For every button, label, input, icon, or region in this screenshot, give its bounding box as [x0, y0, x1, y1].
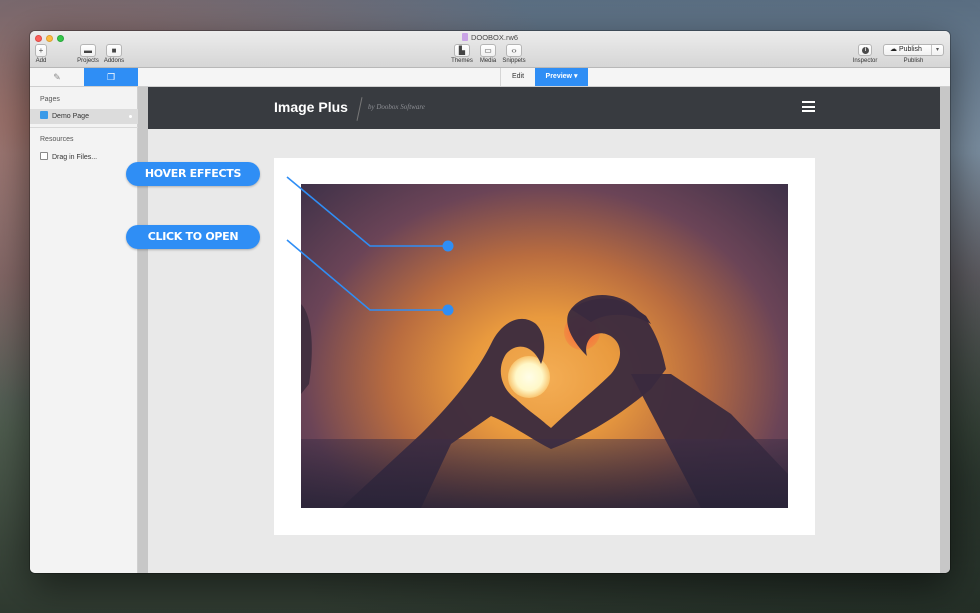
hamburger-menu-icon[interactable]	[802, 101, 815, 112]
app-window: DOOBOX.rw6 + Add ▬ Projects ■ Addons ▙ T…	[30, 31, 950, 573]
themes-icon: ▙	[454, 44, 470, 57]
site-header: Image Plus by Doobox Software	[148, 87, 940, 129]
media-icon: ▭	[480, 44, 496, 57]
preview-canvas: Image Plus by Doobox Software	[148, 87, 940, 573]
publish-label: Publish	[903, 58, 924, 64]
snippets-button[interactable]: ‹› Snippets	[500, 44, 528, 64]
wrench-icon: ✎	[53, 72, 61, 82]
window-title: DOOBOX.rw6	[30, 33, 950, 42]
chevron-down-icon: ▾	[573, 73, 578, 80]
sub-toolbar: ✎ ❐ Edit Preview ▾	[30, 68, 950, 87]
sidebar: Pages Demo Page Resources Drag in Files.…	[30, 87, 138, 573]
image-frame	[274, 158, 815, 535]
preview-gutter-left	[138, 87, 148, 573]
puzzle-icon: ■	[106, 44, 122, 57]
projects-button[interactable]: ▬ Projects	[75, 44, 101, 64]
info-icon: i	[862, 47, 869, 54]
themes-label: Themes	[451, 58, 473, 64]
sidebar-item-demo-page[interactable]: Demo Page	[30, 109, 138, 124]
pages-heading: Pages	[40, 96, 60, 103]
site-subtitle: by Doobox Software	[368, 103, 425, 111]
document-icon	[461, 33, 468, 41]
drag-in-files-item[interactable]: Drag in Files...	[30, 150, 138, 165]
addons-button[interactable]: ■ Addons	[102, 44, 126, 64]
add-label: Add	[35, 58, 47, 64]
addons-label: Addons	[103, 58, 125, 64]
inspector-button[interactable]: i	[858, 44, 872, 56]
cloud-icon: ☁	[890, 46, 897, 53]
preview-tab-label: Preview	[545, 73, 572, 80]
preview-scrollbar[interactable]	[940, 87, 950, 573]
title-separator	[356, 97, 363, 121]
publish-button-label: Publish	[898, 46, 922, 53]
add-button[interactable]: + Add	[34, 44, 48, 64]
themes-button[interactable]: ▙ Themes	[449, 44, 475, 64]
publish-button[interactable]: ☁ Publish ▾	[883, 44, 944, 56]
tab-preview[interactable]: Preview ▾	[535, 68, 588, 86]
divider	[30, 127, 138, 128]
site-title: Image Plus	[274, 99, 348, 115]
status-dot	[129, 115, 132, 118]
titlebar: DOOBOX.rw6 + Add ▬ Projects ■ Addons ▙ T…	[30, 31, 950, 68]
sunset-heart-hands-photo[interactable]	[301, 184, 788, 508]
code-icon: ‹›	[506, 44, 522, 57]
resources-heading: Resources	[40, 136, 74, 143]
page-icon	[40, 111, 48, 119]
media-label: Media	[479, 58, 497, 64]
tab-edit[interactable]: Edit	[500, 68, 535, 86]
projects-label: Projects	[77, 58, 99, 64]
resource-item-label: Drag in Files...	[52, 154, 98, 161]
hover-effects-callout: HOVER EFFECTS	[126, 162, 260, 186]
projects-icon: ▬	[80, 44, 96, 57]
pages-tab[interactable]: ❐	[84, 68, 138, 86]
download-icon	[40, 152, 48, 160]
tools-tab[interactable]: ✎	[30, 68, 84, 86]
snippets-label: Snippets	[502, 58, 526, 64]
chevron-down-icon[interactable]: ▾	[931, 45, 943, 55]
sidebar-item-label: Demo Page	[52, 113, 89, 120]
plus-icon: +	[35, 44, 47, 57]
media-button[interactable]: ▭ Media	[476, 44, 500, 64]
pages-icon: ❐	[106, 72, 116, 82]
inspector-label: Inspector	[852, 58, 878, 64]
horizon-shadow	[301, 439, 788, 508]
click-to-open-callout: CLICK TO OPEN	[126, 225, 260, 249]
